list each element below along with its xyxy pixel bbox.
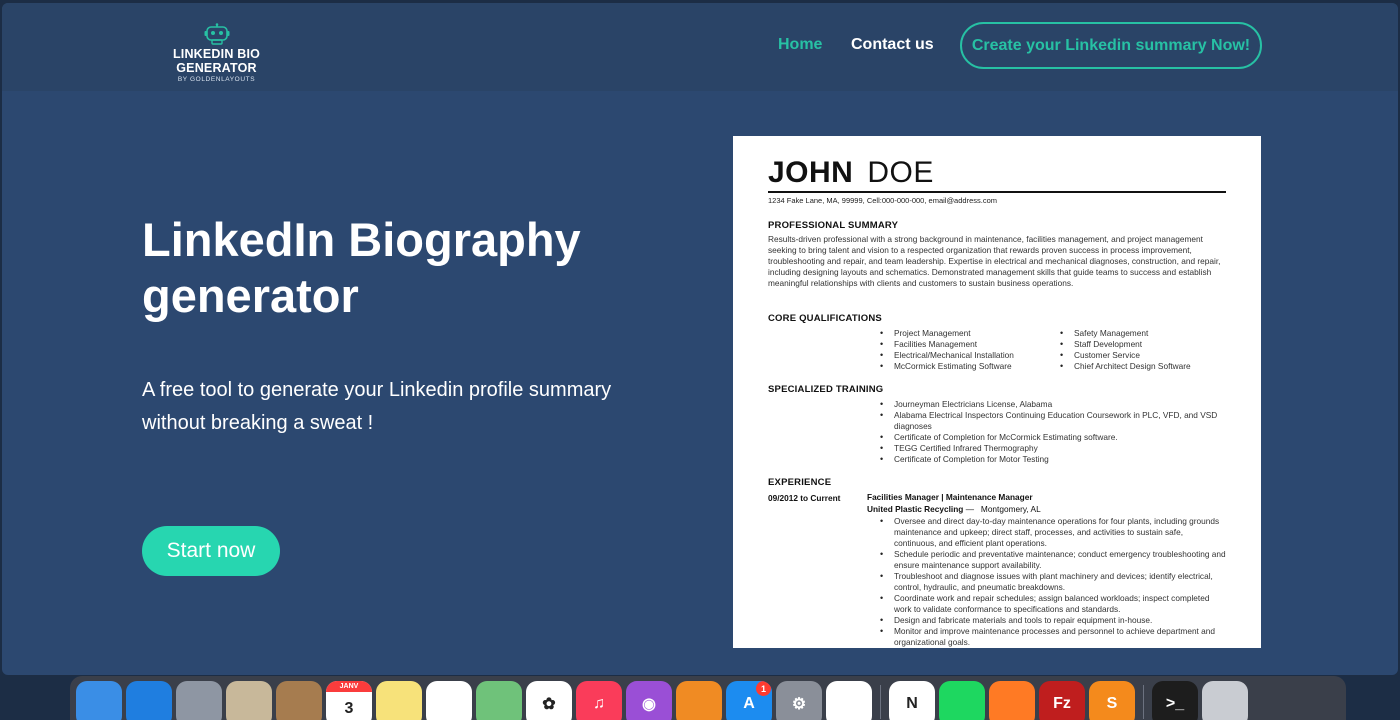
- resume-summary-text: Results-driven professional with a stron…: [768, 234, 1221, 288]
- list-item: Alabama Electrical Inspectors Continuing…: [877, 410, 1227, 432]
- notes-icon[interactable]: [376, 681, 422, 720]
- resume-exp-title: Facilities Manager | Maintenance Manager: [867, 492, 1033, 502]
- logo-title: LINKEDIN BIO GENERATOR: [172, 47, 261, 75]
- filezilla-icon[interactable]: Fz: [1039, 681, 1085, 720]
- nav-link-contact[interactable]: Contact us: [851, 36, 934, 54]
- browser-window: LINKEDIN BIO GENERATOR BY GOLDENLAYOUTS …: [2, 3, 1398, 675]
- resume-summary-heading: PROFESSIONAL SUMMARY: [768, 220, 899, 231]
- nav-link-home[interactable]: Home: [778, 36, 822, 54]
- list-item: Oversee and direct day-to-day maintenanc…: [877, 516, 1227, 549]
- maps-icon[interactable]: [476, 681, 522, 720]
- list-item: Staff Development: [1057, 339, 1237, 350]
- dock-app-glyph: ◉: [642, 696, 656, 713]
- resume-training-heading: SPECIALIZED TRAINING: [768, 384, 884, 395]
- macos-dock: JANV 3 ✿ ♫ ◉ A 1 ⚙ N Fz S >_: [70, 676, 1346, 720]
- notification-badge: 1: [756, 681, 771, 696]
- logo-subtitle: BY GOLDENLAYOUTS: [177, 76, 256, 83]
- resume-core-heading: CORE QUALIFICATIONS: [768, 313, 882, 324]
- sublime-text-icon[interactable]: S: [1089, 681, 1135, 720]
- resume-preview: JOHN DOE 1234 Fake Lane, MA, 99999, Cell:…: [733, 136, 1261, 648]
- safari-icon[interactable]: [126, 681, 172, 720]
- music-icon[interactable]: ♫: [576, 681, 622, 720]
- list-item: McCormick Estimating Software: [877, 361, 1057, 372]
- photos-icon[interactable]: ✿: [526, 681, 572, 720]
- list-item: TEGG Certified Infrared Thermography: [877, 443, 1227, 454]
- list-item: Monitor and improve maintenance processe…: [877, 626, 1227, 648]
- list-item: Safety Management: [1057, 328, 1237, 339]
- list-item: Chief Architect Design Software: [1057, 361, 1237, 372]
- list-item: Schedule periodic and preventative maint…: [877, 549, 1227, 571]
- dock-app-glyph: ⚙: [791, 696, 807, 713]
- dock-app-glyph: Fz: [1053, 695, 1071, 712]
- calendar-icon[interactable]: JANV 3: [326, 681, 372, 720]
- site-header: LINKEDIN BIO GENERATOR BY GOLDENLAYOUTS …: [2, 3, 1398, 91]
- resume-name: JOHN DOE: [768, 156, 934, 190]
- resume-first-name: JOHN: [768, 156, 854, 189]
- list-item: Troubleshoot and diagnose issues with pl…: [877, 571, 1227, 593]
- resume-exp-list: Oversee and direct day-to-day maintenanc…: [877, 516, 1227, 648]
- list-item: Certificate of Completion for McCormick …: [877, 432, 1227, 443]
- podcasts-icon[interactable]: ◉: [626, 681, 672, 720]
- spotify-icon[interactable]: [939, 681, 985, 720]
- list-item: Certificate of Completion for Motor Test…: [877, 454, 1227, 465]
- list-item: Coordinate work and repair schedules; as…: [877, 593, 1227, 615]
- hero-subtitle: A free tool to generate your Linkedin pr…: [142, 379, 612, 434]
- robot-icon: [204, 23, 229, 45]
- resume-exp-date: 09/2012 to Current: [768, 493, 841, 503]
- resume-divider: [768, 191, 1226, 193]
- resume-core-list-left: Project ManagementFacilities ManagementE…: [877, 328, 1057, 372]
- trash-icon[interactable]: [1202, 681, 1248, 720]
- start-now-button[interactable]: Start now: [142, 526, 280, 576]
- list-item: Project Management: [877, 328, 1057, 339]
- dock-app-glyph: N: [906, 695, 918, 712]
- mail-stamp-icon[interactable]: [226, 681, 272, 720]
- dock-app-glyph: S: [1106, 695, 1118, 712]
- resume-last-name: DOE: [867, 156, 934, 189]
- app-store-icon[interactable]: A1: [726, 681, 772, 720]
- dock-app-glyph: >_: [1165, 695, 1185, 712]
- resume-contact: 1234 Fake Lane, MA, 99999, Cell:000-000-…: [768, 196, 997, 205]
- firefox-icon[interactable]: [989, 681, 1035, 720]
- launchpad-icon[interactable]: [176, 681, 222, 720]
- system-preferences-icon[interactable]: ⚙: [776, 681, 822, 720]
- dock-separator: [880, 685, 881, 719]
- resume-training-list: Journeyman Electricians License, Alabama…: [877, 399, 1227, 465]
- list-item: Electrical/Mechanical Installation: [877, 350, 1057, 361]
- site-logo[interactable]: LINKEDIN BIO GENERATOR BY GOLDENLAYOUTS: [144, 23, 289, 83]
- dock-separator: [1143, 685, 1144, 719]
- resume-core-list-right: Safety ManagementStaff DevelopmentCustom…: [1057, 328, 1237, 372]
- list-item: Design and fabricate materials and tools…: [877, 615, 1227, 626]
- list-item: Facilities Management: [877, 339, 1057, 350]
- dock-app-glyph: ✿: [542, 696, 556, 713]
- reminders-icon[interactable]: [426, 681, 472, 720]
- list-item: Customer Service: [1057, 350, 1237, 361]
- resume-exp-company: United Plastic Recycling — Montgomery, A…: [867, 504, 1041, 514]
- books-icon[interactable]: [676, 681, 722, 720]
- dock-app-glyph: 3: [344, 700, 354, 717]
- create-summary-button[interactable]: Create your Linkedin summary Now!: [960, 22, 1262, 69]
- hero-title: LinkedIn Biography generator: [142, 213, 581, 322]
- chrome-icon[interactable]: [826, 681, 872, 720]
- calendar-month-label: JANV: [326, 681, 372, 692]
- terminal-icon[interactable]: >_: [1152, 681, 1198, 720]
- contacts-icon[interactable]: [276, 681, 322, 720]
- resume-experience-heading: EXPERIENCE: [768, 477, 832, 488]
- list-item: Journeyman Electricians License, Alabama: [877, 399, 1227, 410]
- dock-app-glyph: A: [743, 695, 755, 712]
- dock-app-glyph: ♫: [593, 695, 605, 712]
- finder-icon[interactable]: [76, 681, 122, 720]
- notion-icon[interactable]: N: [889, 681, 935, 720]
